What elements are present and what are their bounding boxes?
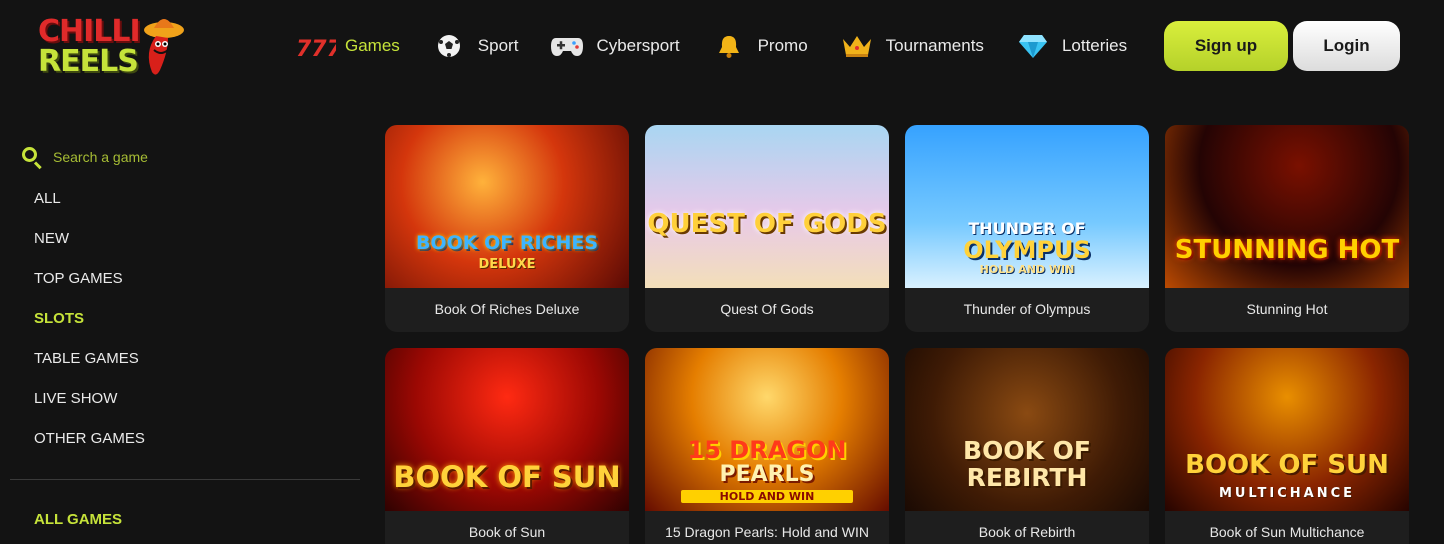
game-name: Book of Sun <box>468 524 546 540</box>
game-name: Book of Sun Multichance <box>1209 524 1365 540</box>
game-thumbnail: QUEST OF GODS <box>645 125 889 288</box>
category-table-games[interactable]: TABLE GAMES <box>34 350 139 367</box>
crown-icon <box>837 29 877 63</box>
search-icon[interactable] <box>20 145 44 170</box>
game-name: Book Of Riches Deluxe <box>434 301 580 317</box>
category-all[interactable]: ALL <box>34 190 61 207</box>
game-card-quest-of-gods[interactable]: QUEST OF GODS Quest Of Gods <box>645 125 889 332</box>
search-input[interactable] <box>53 149 253 165</box>
game-thumbnail: BOOK OF SUN MULTICHANCE <box>1165 348 1409 511</box>
game-art-title: BOOK OF SUN <box>393 460 621 494</box>
nav-cybersport[interactable]: Cybersport <box>547 29 680 63</box>
game-search <box>20 145 253 170</box>
game-card-book-of-riches-deluxe[interactable]: BOOK OF RICHES DELUXE Book Of Riches Del… <box>385 125 629 332</box>
nav-lotteries[interactable]: Lotteries <box>1013 29 1127 63</box>
game-card-15-dragon-pearls[interactable]: 15 DRAGON PEARLS HOLD AND WIN 15 Dragon … <box>645 348 889 544</box>
nav-promo-label: Promo <box>757 36 808 55</box>
game-art-title: QUEST OF GODS <box>647 209 887 239</box>
nav-cybersport-label: Cybersport <box>596 36 680 55</box>
game-art-subtitle: MULTICHANCE <box>1218 486 1356 501</box>
game-card-thunder-of-olympus[interactable]: THUNDER OF OLYMPUS HOLD AND WIN Thunder … <box>905 125 1149 332</box>
game-art-subtitle: REBIRTH <box>966 463 1088 492</box>
svg-text:777: 777 <box>296 37 336 61</box>
sidebar-divider <box>10 479 360 480</box>
game-name: Quest Of Gods <box>720 301 814 317</box>
signup-button[interactable]: Sign up <box>1164 21 1288 71</box>
nav-games[interactable]: 777 Games <box>296 29 400 63</box>
category-slots[interactable]: SLOTS <box>34 310 84 327</box>
game-art-title: STUNNING HOT <box>1174 235 1400 265</box>
nav-lotteries-label: Lotteries <box>1061 36 1128 55</box>
game-art-tagline: HOLD AND WIN <box>979 263 1075 276</box>
game-art-subtitle: PEARLS <box>719 462 815 487</box>
game-thumbnail: BOOK OF RICHES DELUXE <box>385 125 629 288</box>
category-live-show[interactable]: LIVE SHOW <box>34 390 117 407</box>
game-thumbnail: STUNNING HOT <box>1165 125 1409 288</box>
nav-sport-label: Sport <box>477 36 519 55</box>
brand-line-2: REELS <box>38 44 139 79</box>
game-name: Stunning Hot <box>1246 301 1328 317</box>
game-art-title: BOOK OF RICHES <box>415 232 599 254</box>
game-art-title: BOOK OF SUN <box>1185 450 1389 480</box>
game-card-book-of-rebirth[interactable]: BOOK OF REBIRTH Book of Rebirth <box>905 348 1149 544</box>
nav-games-label: Games <box>345 36 400 55</box>
game-art-subtitle: DELUXE <box>478 257 536 272</box>
chilli-mascot-icon <box>144 19 184 75</box>
main-nav: 777 Games Sport Cybersport Promo Tournam… <box>296 26 1156 66</box>
game-art-tagline: HOLD AND WIN <box>681 490 853 503</box>
soccer-ball-icon <box>429 29 469 63</box>
bell-icon <box>709 29 749 63</box>
game-name: Book of Rebirth <box>978 524 1076 540</box>
gamepad-icon <box>547 29 587 63</box>
game-name: Thunder of Olympus <box>963 301 1091 317</box>
brand-logo[interactable]: CHILLI REELS <box>36 12 186 82</box>
game-card-book-of-sun[interactable]: BOOK OF SUN Book of Sun <box>385 348 629 544</box>
category-top-games[interactable]: TOP GAMES <box>34 270 123 287</box>
game-thumbnail: BOOK OF SUN <box>385 348 629 511</box>
category-new[interactable]: NEW <box>34 230 69 247</box>
sevens-icon: 777 <box>296 29 336 63</box>
game-card-stunning-hot[interactable]: STUNNING HOT Stunning Hot <box>1165 125 1409 332</box>
section-all-games[interactable]: ALL GAMES <box>34 511 122 528</box>
login-button[interactable]: Login <box>1293 21 1400 71</box>
category-other-games[interactable]: OTHER GAMES <box>34 430 145 447</box>
game-card-book-of-sun-multichance[interactable]: BOOK OF SUN MULTICHANCE Book of Sun Mult… <box>1165 348 1409 544</box>
nav-tournaments[interactable]: Tournaments <box>837 29 984 63</box>
game-thumbnail: 15 DRAGON PEARLS HOLD AND WIN <box>645 348 889 511</box>
diamond-icon <box>1013 29 1053 63</box>
game-art-subtitle: OLYMPUS <box>963 236 1091 264</box>
game-art-title: 15 DRAGON <box>687 436 847 464</box>
game-thumbnail: BOOK OF REBIRTH <box>905 348 1149 511</box>
nav-tournaments-label: Tournaments <box>885 36 984 55</box>
nav-sport[interactable]: Sport <box>429 29 519 63</box>
game-thumbnail: THUNDER OF OLYMPUS HOLD AND WIN <box>905 125 1149 288</box>
game-name: 15 Dragon Pearls: Hold and WIN <box>665 524 869 540</box>
game-art-title: BOOK OF <box>963 436 1091 465</box>
nav-promo[interactable]: Promo <box>709 29 808 63</box>
